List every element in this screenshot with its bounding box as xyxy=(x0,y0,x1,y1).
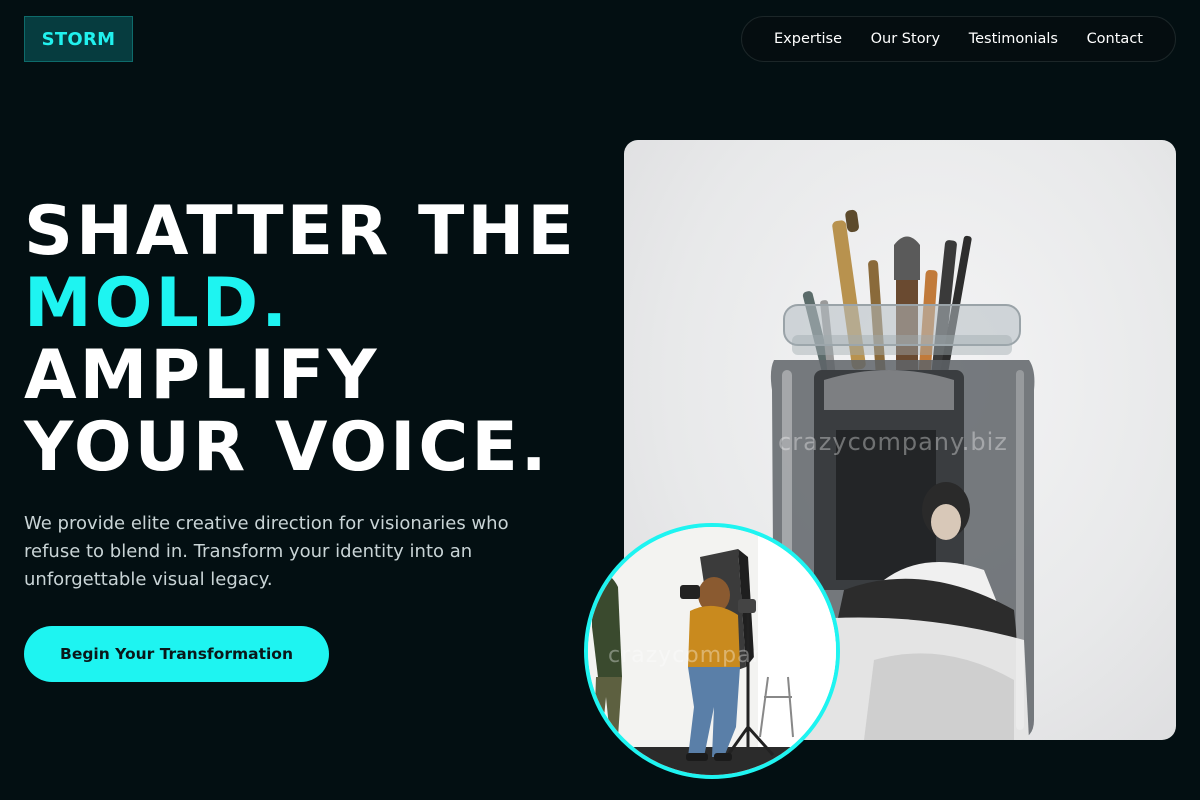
brand-logo-text: STORM xyxy=(41,28,116,50)
headline-line-4: YOUR VOICE. xyxy=(24,408,550,487)
nav-item-contact[interactable]: Contact xyxy=(1087,31,1143,47)
main-nav: Expertise Our Story Testimonials Contact xyxy=(741,16,1176,62)
nav-item-expertise[interactable]: Expertise xyxy=(774,31,842,47)
begin-transformation-button[interactable]: Begin Your Transformation xyxy=(24,626,329,682)
headline-line-2-accent: MOLD. xyxy=(24,264,291,343)
photographer-circle-image: crazycompany.biz xyxy=(584,523,840,779)
hero-headline: SHATTER THE MOLD. AMPLIFY YOUR VOICE. xyxy=(24,196,577,484)
brand-logo[interactable]: STORM xyxy=(24,16,133,62)
headline-line-3: AMPLIFY xyxy=(24,336,380,415)
hero-subtext: We provide elite creative direction for … xyxy=(24,513,509,590)
landing-page: STORM Expertise Our Story Testimonials C… xyxy=(0,0,1200,800)
main-image-watermark: crazycompany.biz xyxy=(778,428,1008,456)
circle-image-watermark: crazycompany.biz xyxy=(608,643,821,668)
headline-line-1: SHATTER THE xyxy=(24,192,577,271)
nav-item-testimonials[interactable]: Testimonials xyxy=(969,31,1058,47)
nav-item-our-story[interactable]: Our Story xyxy=(871,31,940,47)
